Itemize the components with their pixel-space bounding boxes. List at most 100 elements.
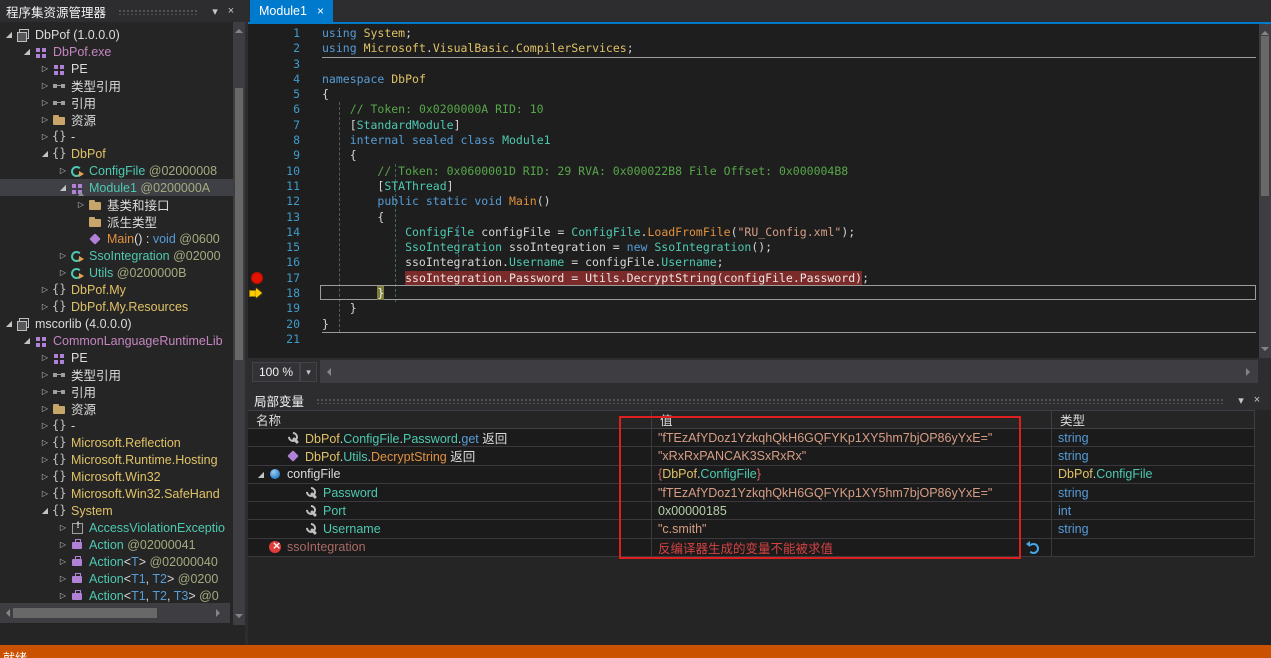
expander-collapsed-icon[interactable]: ▷ <box>38 404 52 413</box>
code-line[interactable]: 17 ssoIntegration.Password = Utils.Decry… <box>248 271 1259 286</box>
tree-item[interactable]: ▷Microsoft.Win32 <box>0 468 233 485</box>
tree-item[interactable]: ▷类型引用 <box>0 366 233 383</box>
expander-collapsed-icon[interactable]: ▷ <box>38 302 52 311</box>
locals-name-cell[interactable]: ssoIntegration <box>248 539 652 556</box>
code-line[interactable]: 12 public static void Main() <box>248 194 1259 209</box>
tree-item[interactable]: ▷AccessViolationExceptio <box>0 519 233 536</box>
tree-item[interactable]: ▷Action<T1, T2, T3> @0 <box>0 587 233 604</box>
editor-horizontal-scrollbar[interactable] <box>320 360 1258 383</box>
scroll-right-icon[interactable] <box>1246 368 1254 376</box>
locals-name-cell[interactable]: Port <box>248 502 652 519</box>
scroll-left-icon[interactable] <box>323 368 331 376</box>
expander-expanded-icon[interactable]: ◢ <box>2 30 16 39</box>
tree-item[interactable]: ▷Microsoft.Win32.SafeHand <box>0 485 233 502</box>
expander-expanded-icon[interactable]: ◢ <box>38 506 52 515</box>
locals-type-cell[interactable] <box>1052 539 1255 556</box>
tree-item[interactable]: Main() : void @0600 <box>0 230 233 247</box>
locals-type-cell[interactable]: string <box>1052 520 1255 537</box>
scroll-down-icon[interactable] <box>1261 347 1269 355</box>
tree-vertical-scrollbar[interactable] <box>233 22 245 625</box>
editor-vertical-scrollbar[interactable] <box>1259 24 1271 358</box>
code-line[interactable]: 19 } <box>248 301 1259 316</box>
tree-item[interactable]: ▷- <box>0 417 233 434</box>
tree-item[interactable]: ▷PE <box>0 60 233 77</box>
tree-hscroll-thumb[interactable] <box>13 608 157 618</box>
expander-collapsed-icon[interactable]: ▷ <box>38 421 52 430</box>
tree-item[interactable]: ▷DbPof.My <box>0 281 233 298</box>
locals-type-cell[interactable]: string <box>1052 429 1255 446</box>
locals-name-cell[interactable]: DbPof.Utils.DecryptString 返回 <box>248 447 652 464</box>
expander-collapsed-icon[interactable]: ▷ <box>38 64 52 73</box>
column-header-value[interactable]: 值 <box>652 411 1052 428</box>
tree-item[interactable]: ▷Microsoft.Runtime.Hosting <box>0 451 233 468</box>
tree-item[interactable]: ▷- <box>0 128 233 145</box>
expander-collapsed-icon[interactable]: ▷ <box>38 387 52 396</box>
locals-value-cell[interactable]: 反编译器生成的变量不能被求值 <box>652 539 1052 556</box>
expander-collapsed-icon[interactable]: ▷ <box>38 438 52 447</box>
tree-item[interactable]: ▷ConfigFile @02000008 <box>0 162 233 179</box>
expander-collapsed-icon[interactable]: ▷ <box>56 523 70 532</box>
expander-collapsed-icon[interactable]: ▷ <box>38 98 52 107</box>
scroll-left-icon[interactable] <box>2 609 10 617</box>
code-line[interactable]: 10 // Token: 0x0600001D RID: 29 RVA: 0x0… <box>248 164 1259 179</box>
expander-expanded-icon[interactable]: ◢ <box>20 47 34 56</box>
tree-item[interactable]: ◢DbPof (1.0.0.0) <box>0 26 233 43</box>
tree-item[interactable]: ▷Utils @0200000B <box>0 264 233 281</box>
tree-item[interactable]: 派生类型 <box>0 213 233 230</box>
locals-value-cell[interactable]: "fTEzAfYDoz1YzkqhQkH6GQFYKp1XY5hm7bjOP86… <box>652 429 1052 446</box>
expander-collapsed-icon[interactable]: ▷ <box>56 540 70 549</box>
tree-item[interactable]: ▷Microsoft.Reflection <box>0 434 233 451</box>
locals-name-cell[interactable]: Username <box>248 520 652 537</box>
code-line[interactable]: 11 [STAThread] <box>248 179 1259 194</box>
tree-item[interactable]: ▷引用 <box>0 94 233 111</box>
tree-item[interactable]: ▷类型引用 <box>0 77 233 94</box>
tree-vscroll-thumb[interactable] <box>235 88 243 360</box>
code-line[interactable]: 9 { <box>248 148 1259 163</box>
tree-item[interactable]: ▷DbPof.My.Resources <box>0 298 233 315</box>
expander-collapsed-icon[interactable]: ▷ <box>74 200 88 209</box>
locals-type-cell[interactable]: string <box>1052 484 1255 501</box>
expander-collapsed-icon[interactable]: ▷ <box>38 472 52 481</box>
expander-expanded-icon[interactable]: ◢ <box>254 470 268 479</box>
locals-value-cell[interactable]: "fTEzAfYDoz1YzkqhQkH6GQFYKp1XY5hm7bjOP86… <box>652 484 1052 501</box>
expander-collapsed-icon[interactable]: ▷ <box>56 591 70 600</box>
tree-item[interactable]: ▷Action<T1, T2> @0200 <box>0 570 233 587</box>
locals-value-cell[interactable]: "c.smith" <box>652 520 1052 537</box>
tree-item[interactable]: ▷资源 <box>0 400 233 417</box>
tree-item[interactable]: ◢CommonLanguageRuntimeLib <box>0 332 233 349</box>
expander-collapsed-icon[interactable]: ▷ <box>38 489 52 498</box>
zoom-level-combobox[interactable]: 100 % <box>252 362 300 382</box>
code-line[interactable]: 5{ <box>248 87 1259 102</box>
zoom-dropdown-button[interactable]: ▾ <box>300 362 317 382</box>
locals-type-cell[interactable]: DbPof.ConfigFile <box>1052 466 1255 483</box>
expander-collapsed-icon[interactable]: ▷ <box>56 251 70 260</box>
locals-name-cell[interactable]: ◢configFile <box>248 466 652 483</box>
expander-expanded-icon[interactable]: ◢ <box>38 149 52 158</box>
tree-item[interactable]: ▷PE <box>0 349 233 366</box>
tree-item[interactable]: ◢DbPof <box>0 145 233 162</box>
locals-row[interactable]: ◢configFile{DbPof.ConfigFile}DbPof.Confi… <box>248 466 1255 484</box>
code-line[interactable]: 20} <box>248 317 1259 332</box>
locals-row[interactable]: Port0x00000185int <box>248 502 1255 520</box>
tab-module1[interactable]: Module1 × <box>250 0 333 22</box>
tree-item[interactable]: ▷Action<T> @02000040 <box>0 553 233 570</box>
code-line[interactable]: 15 SsoIntegration ssoIntegration = new S… <box>248 240 1259 255</box>
panel-close-icon[interactable]: × <box>1249 394 1265 406</box>
expander-collapsed-icon[interactable]: ▷ <box>38 370 52 379</box>
locals-name-cell[interactable]: Password <box>248 484 652 501</box>
tree-item[interactable]: ◢DbPof.exe <box>0 43 233 60</box>
tree-item[interactable]: ▷Action @02000041 <box>0 536 233 553</box>
locals-value-cell[interactable]: "xRxRxPANCAK3SxRxRx" <box>652 447 1052 464</box>
expander-collapsed-icon[interactable]: ▷ <box>38 353 52 362</box>
breakpoint-icon[interactable] <box>251 272 263 284</box>
tree-item[interactable]: ◢System <box>0 502 233 519</box>
panel-close-icon[interactable]: × <box>223 5 239 17</box>
tree-item[interactable]: ◢Module1 @0200000A <box>0 179 233 196</box>
panel-menu-icon[interactable]: ▾ <box>1233 394 1249 407</box>
code-line[interactable]: 3 <box>248 57 1259 72</box>
scroll-up-icon[interactable] <box>235 25 243 33</box>
refresh-icon[interactable] <box>1026 541 1041 555</box>
expander-collapsed-icon[interactable]: ▷ <box>56 268 70 277</box>
locals-type-cell[interactable]: int <box>1052 502 1255 519</box>
code-line[interactable]: 2using Microsoft.VisualBasic.CompilerSer… <box>248 41 1259 56</box>
